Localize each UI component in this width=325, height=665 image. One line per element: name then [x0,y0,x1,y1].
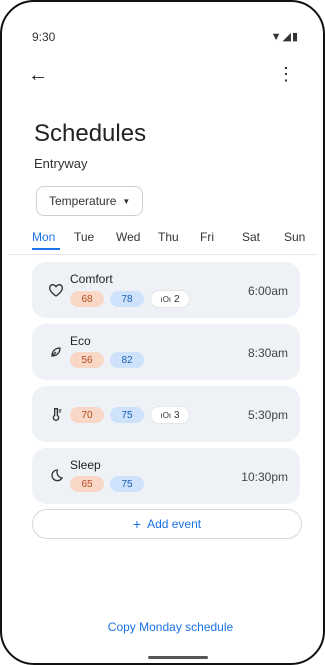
tab-sun[interactable]: Sun [284,230,305,244]
event-name: Comfort [70,272,113,286]
heat-setpoint: 70 [70,407,104,423]
thermometer-icon [46,404,66,424]
device-frame: 9:30 ▼◢▮ ← ⋮ Schedules Entryway Temperat… [0,0,325,665]
event-name: Eco [70,334,91,348]
event-time: 8:30am [247,346,288,360]
heart-icon [46,280,66,300]
tab-sat[interactable]: Sat [242,230,260,244]
event-time: 5:30pm [247,408,288,422]
occupancy-badge: ıOı 2 [150,290,190,308]
event-setpoints: 70 75 ıOı 3 [70,406,190,424]
cool-setpoint: 82 [110,352,144,368]
home-indicator [148,656,208,659]
status-icons: ▼◢▮ [270,31,299,43]
status-time: 9:30 [32,30,56,44]
eco-icon [46,342,66,362]
heat-setpoint: 65 [70,476,104,492]
moon-icon [46,466,66,486]
event-card-custom[interactable]: 70 75 ıOı 3 5:30pm [32,386,300,442]
event-setpoints: 68 78 ıOı 2 [70,290,190,308]
occupancy-count: 3 [173,409,180,421]
event-time: 6:00am [247,284,288,298]
cool-setpoint: 75 [110,476,144,492]
active-tab-indicator [32,248,60,250]
tab-tue[interactable]: Tue [74,230,94,244]
occupancy-badge: ıOı 3 [150,406,190,424]
event-card-comfort[interactable]: Comfort 68 78 ıOı 2 6:00am [32,262,300,318]
event-setpoints: 65 75 [70,476,144,492]
occupancy-count: 2 [173,293,180,305]
temperature-dropdown[interactable]: Temperature ▼ [36,186,144,216]
screen: 9:30 ▼◢▮ ← ⋮ Schedules Entryway Temperat… [8,8,317,659]
chevron-down-icon: ▼ [122,196,131,206]
tab-divider [8,254,317,255]
cool-setpoint: 75 [110,407,144,423]
dropdown-label: Temperature [49,194,117,208]
tab-fri[interactable]: Fri [200,230,214,244]
heat-setpoint: 56 [70,352,104,368]
copy-schedule-button[interactable]: Copy Monday schedule [8,620,317,634]
plus-icon: + [132,516,142,532]
event-time: 10:30pm [241,470,288,484]
event-card-eco[interactable]: Eco 56 82 8:30am [32,324,300,380]
add-event-label: Add event [147,517,202,531]
page-subtitle: Entryway [34,156,88,171]
tab-wed[interactable]: Wed [116,230,140,244]
heat-setpoint: 68 [70,291,104,307]
event-name: Sleep [70,458,101,472]
more-options-icon[interactable]: ⋮ [277,64,295,85]
tab-thu[interactable]: Thu [158,230,179,244]
event-setpoints: 56 82 [70,352,144,368]
back-icon[interactable]: ← [28,64,48,87]
day-tabs: Mon Tue Wed Thu Fri Sat Sun [8,230,317,254]
occupancy-icon: ıOı [160,410,172,420]
add-event-button[interactable]: + Add event [32,509,302,539]
cool-setpoint: 78 [110,291,144,307]
page-title: Schedules [34,120,147,147]
event-card-sleep[interactable]: Sleep 65 75 10:30pm [32,448,300,504]
occupancy-icon: ıOı [160,294,172,304]
tab-mon[interactable]: Mon [32,230,55,244]
